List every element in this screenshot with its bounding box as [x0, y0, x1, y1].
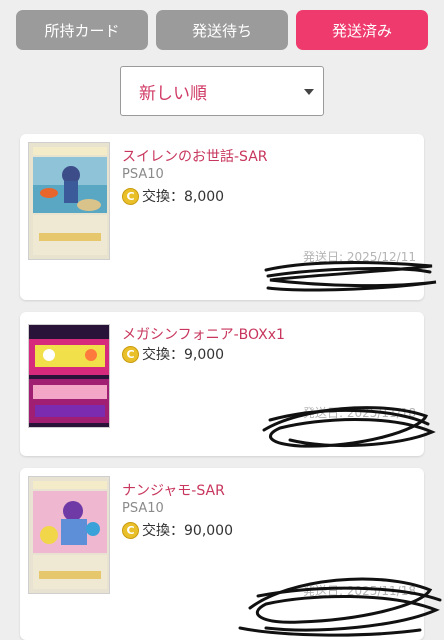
item-price-text: 交換：8,000 — [142, 189, 225, 205]
coin-icon: C — [122, 187, 139, 205]
coin-icon: C — [122, 345, 139, 363]
item-title[interactable]: スイレンのお世話-SAR — [122, 146, 268, 166]
item-price-text: 交換：90,000 — [142, 523, 233, 539]
tab-awaiting-shipment[interactable]: 発送待ち — [156, 10, 288, 50]
item-price: C 交換：90,000 — [122, 520, 233, 540]
item-title[interactable]: メガシンフォニア-BOXx1 — [122, 324, 285, 344]
ship-date: 発送日: 2025/11/18 — [302, 406, 416, 420]
coin-icon: C — [122, 521, 139, 539]
item-price: C 交換：8,000 — [122, 186, 224, 206]
item-grade: PSA10 — [122, 167, 164, 182]
shipped-item-card[interactable]: スイレンのお世話-SAR PSA10 C 交換：8,000 発送日: 2025/… — [20, 134, 424, 300]
shipped-item-card[interactable]: メガシンフォニア-BOXx1 C 交換：9,000 発送日: 2025/11/1… — [20, 312, 424, 456]
shipped-item-card[interactable]: ナンジャモ-SAR PSA10 C 交換：90,000 発送日: 2025/11… — [20, 468, 424, 640]
card-thumbnail — [28, 324, 110, 428]
card-thumbnail — [28, 476, 110, 594]
item-price: C 交換：9,000 — [122, 344, 224, 364]
card-thumbnail — [28, 142, 110, 260]
sort-selected-label: 新しい順 — [139, 83, 207, 104]
ship-date: 発送日: 2025/11/18 — [302, 584, 416, 598]
item-grade: PSA10 — [122, 501, 164, 516]
sort-select[interactable]: 新しい順 — [120, 66, 324, 116]
item-title[interactable]: ナンジャモ-SAR — [122, 480, 225, 500]
tab-shipped[interactable]: 発送済み — [296, 10, 428, 50]
chevron-down-icon — [304, 89, 314, 95]
tab-owned-cards[interactable]: 所持カード — [16, 10, 148, 50]
status-tabs: 所持カード 発送待ち 発送済み — [16, 10, 428, 50]
item-price-text: 交換：9,000 — [142, 347, 225, 363]
ship-date: 発送日: 2025/12/11 — [302, 250, 416, 264]
